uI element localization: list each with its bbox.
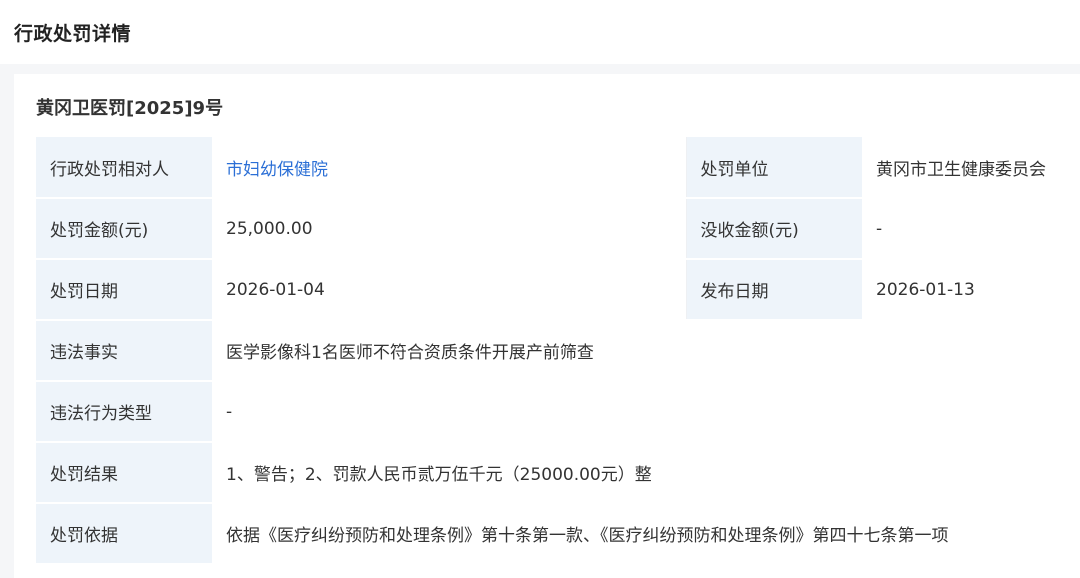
table-row: 处罚结果 1、警告；2、罚款人民币贰万伍千元（25000.00元）整 xyxy=(36,442,1080,504)
authority-label: 处罚单位 xyxy=(686,137,862,199)
violation-facts-value: 医学影像科1名医师不符合资质条件开展产前筛查 xyxy=(212,320,1080,382)
table-row: 行政处罚相对人 市妇幼保健院 处罚单位 黄冈市卫生健康委员会 xyxy=(36,137,1080,199)
table-row: 违法行为类型 - xyxy=(36,381,1080,443)
publish-date-value: 2026-01-13 xyxy=(862,259,1080,321)
page-header: 行政处罚详情 xyxy=(0,0,1080,64)
penalty-basis-label: 处罚依据 xyxy=(36,503,212,565)
penalty-result-label: 处罚结果 xyxy=(36,442,212,504)
party-value: 市妇幼保健院 xyxy=(212,137,687,199)
table-row: 违法事实 医学影像科1名医师不符合资质条件开展产前筛查 xyxy=(36,320,1080,382)
penalty-detail-table: 行政处罚相对人 市妇幼保健院 处罚单位 黄冈市卫生健康委员会 处罚金额(元) 2… xyxy=(36,137,1080,565)
page-title: 行政处罚详情 xyxy=(14,22,132,45)
penalty-detail-card: 黄冈卫医罚[2025]9号 行政处罚相对人 市妇幼保健院 处罚单位 黄冈市卫生健… xyxy=(14,74,1080,578)
violation-type-value: - xyxy=(212,381,1080,443)
party-label: 行政处罚相对人 xyxy=(36,137,212,199)
publish-date-label: 发布日期 xyxy=(686,259,862,321)
table-row: 处罚依据 依据《医疗纠纷预防和处理条例》第十条第一款、《医疗纠纷预防和处理条例》… xyxy=(36,503,1080,565)
violation-type-label: 违法行为类型 xyxy=(36,381,212,443)
table-row: 处罚日期 2026-01-04 发布日期 2026-01-13 xyxy=(36,259,1080,321)
penalty-date-label: 处罚日期 xyxy=(36,259,212,321)
confiscation-amount-label: 没收金额(元) xyxy=(686,198,862,260)
violation-facts-label: 违法事实 xyxy=(36,320,212,382)
party-link[interactable]: 市妇幼保健院 xyxy=(226,160,328,180)
penalty-result-value: 1、警告；2、罚款人民币贰万伍千元（25000.00元）整 xyxy=(212,442,1080,504)
penalty-date-value: 2026-01-04 xyxy=(212,259,687,321)
fine-amount-value: 25,000.00 xyxy=(212,198,687,260)
confiscation-amount-value: - xyxy=(862,198,1080,260)
penalty-basis-value: 依据《医疗纠纷预防和处理条例》第十条第一款、《医疗纠纷预防和处理条例》第四十七条… xyxy=(212,503,1080,565)
document-number: 黄冈卫医罚[2025]9号 xyxy=(36,98,224,119)
authority-value: 黄冈市卫生健康委员会 xyxy=(862,137,1080,199)
fine-amount-label: 处罚金额(元) xyxy=(36,198,212,260)
table-row: 处罚金额(元) 25,000.00 没收金额(元) - xyxy=(36,198,1080,260)
